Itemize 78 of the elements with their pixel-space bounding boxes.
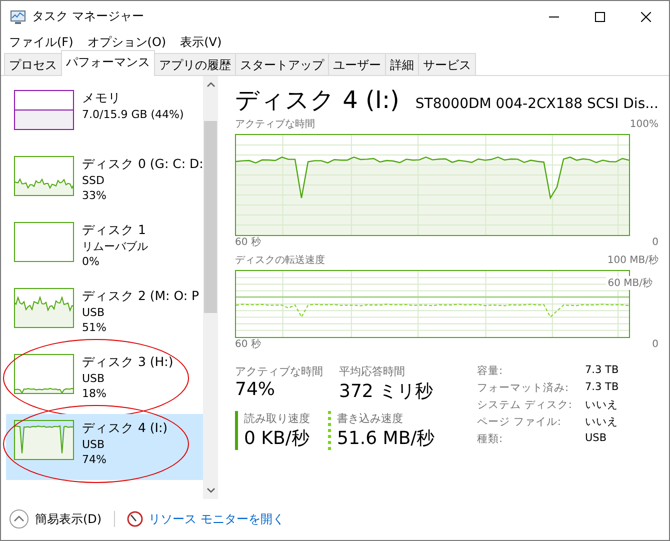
property-name: システム ディスク: xyxy=(477,398,573,412)
graph-zero-label: 0 xyxy=(652,236,658,250)
item-title: ディスク 0 (G: C: D: xyxy=(82,155,203,173)
stat-value: 372 ミリ秒 xyxy=(339,380,434,403)
property-name: 容量: xyxy=(477,364,504,378)
stat-value: 74% xyxy=(235,379,276,400)
property-value: 7.3 TB xyxy=(585,364,619,378)
maximize-icon[interactable] xyxy=(595,12,605,22)
tab[interactable]: 詳細 xyxy=(385,53,419,75)
rate-value: 51.6 MB/秒 xyxy=(337,427,435,450)
item-subtitle: リムーバブル xyxy=(82,239,148,254)
item-value: 51% xyxy=(82,320,108,335)
property-name: ページ ファイル: xyxy=(477,415,562,429)
memory-graph-icon xyxy=(14,90,74,130)
tab[interactable]: サービス xyxy=(418,53,476,75)
detail-title: ディスク 4 (I:) xyxy=(235,85,400,116)
graph-label: アクティブな時間 xyxy=(235,118,315,132)
item-title: ディスク 4 (I:) xyxy=(82,419,168,437)
property-value: USB xyxy=(585,432,608,446)
sidebar-item[interactable]: ディスク 1 リムーバブル 0% xyxy=(6,216,203,282)
item-title: ディスク 2 (M: O: P xyxy=(82,287,200,305)
tab[interactable]: プロセス xyxy=(4,53,62,75)
compact-view-button[interactable]: 簡易表示(D) xyxy=(35,510,102,528)
item-value: 0% xyxy=(82,254,100,269)
property-name: フォーマット済み: xyxy=(477,381,570,395)
disk-graph-icon xyxy=(14,420,74,460)
stat-label: 平均応答時間 xyxy=(339,364,406,379)
rate-value: 0 KB/秒 xyxy=(244,427,310,450)
graph-zero-label: 0 xyxy=(652,338,658,352)
graph-scale-label: 60 MB/秒 xyxy=(606,276,654,290)
disk-graph-icon xyxy=(14,156,74,196)
item-subtitle: USB xyxy=(82,437,106,452)
property-value: いいえ xyxy=(585,398,619,412)
menu-item[interactable]: ファイル(F) xyxy=(5,32,78,53)
scrollbar[interactable] xyxy=(203,76,218,499)
graph-max-label: 100 MB/秒 xyxy=(607,254,658,268)
property-value: 7.3 TB xyxy=(585,381,619,395)
app-icon xyxy=(10,8,26,24)
item-subtitle: USB xyxy=(82,305,106,320)
graph-max-label: 100% xyxy=(630,118,658,132)
resource-monitor-link[interactable]: リソース モニターを開く xyxy=(148,510,284,528)
item-value: 33% xyxy=(82,188,108,203)
item-subtitle: USB xyxy=(82,371,106,386)
disk-graph-icon xyxy=(14,288,74,328)
menu-item[interactable]: 表示(V) xyxy=(176,32,226,53)
graph-label: ディスクの転送速度 xyxy=(235,254,325,268)
sidebar-item[interactable]: ディスク 3 (H:) USB 18% xyxy=(6,348,203,414)
property-value: いいえ xyxy=(585,415,619,429)
item-title: メモリ xyxy=(82,89,122,107)
tab[interactable]: ユーザー xyxy=(328,53,386,75)
menu-item[interactable]: オプション(O) xyxy=(83,32,170,53)
item-subtitle: 7.0/15.9 GB (44%) xyxy=(82,107,184,122)
scroll-thumb[interactable] xyxy=(204,121,217,313)
stat-label: アクティブな時間 xyxy=(235,364,324,379)
disk-model: ST8000DM 004-2CX188 SCSI Dis... xyxy=(415,96,658,112)
disk-graph-icon xyxy=(14,354,74,394)
rate-label: 読み取り速度 xyxy=(244,411,311,426)
sidebar-item[interactable]: ディスク 2 (M: O: P USB 51% xyxy=(6,282,203,348)
graph-time-label: 60 秒 xyxy=(235,338,261,352)
item-value: 74% xyxy=(82,452,108,467)
rate-label: 書き込み速度 xyxy=(337,411,404,426)
tab[interactable]: パフォーマンス xyxy=(61,50,155,76)
tab[interactable]: スタートアップ xyxy=(235,53,329,75)
item-subtitle: SSD xyxy=(82,173,106,188)
item-value: 18% xyxy=(82,386,108,401)
sidebar-item[interactable]: メモリ 7.0/15.9 GB (44%) xyxy=(6,84,203,150)
graph-time-label: 60 秒 xyxy=(235,236,261,250)
window-title: タスク マネージャー xyxy=(32,8,145,25)
disk-graph-icon xyxy=(14,222,74,262)
gauge-icon xyxy=(126,511,143,527)
collapse-icon[interactable] xyxy=(9,509,29,529)
property-name: 種類: xyxy=(477,432,504,446)
item-title: ディスク 1 xyxy=(82,221,147,239)
close-icon[interactable] xyxy=(641,12,651,22)
item-title: ディスク 3 (H:) xyxy=(82,353,174,371)
sidebar-item[interactable]: ディスク 0 (G: C: D: SSD 33% xyxy=(6,150,203,216)
sidebar-item[interactable]: ディスク 4 (I:) USB 74% xyxy=(6,414,203,480)
tab[interactable]: アプリの履歴 xyxy=(154,53,236,75)
